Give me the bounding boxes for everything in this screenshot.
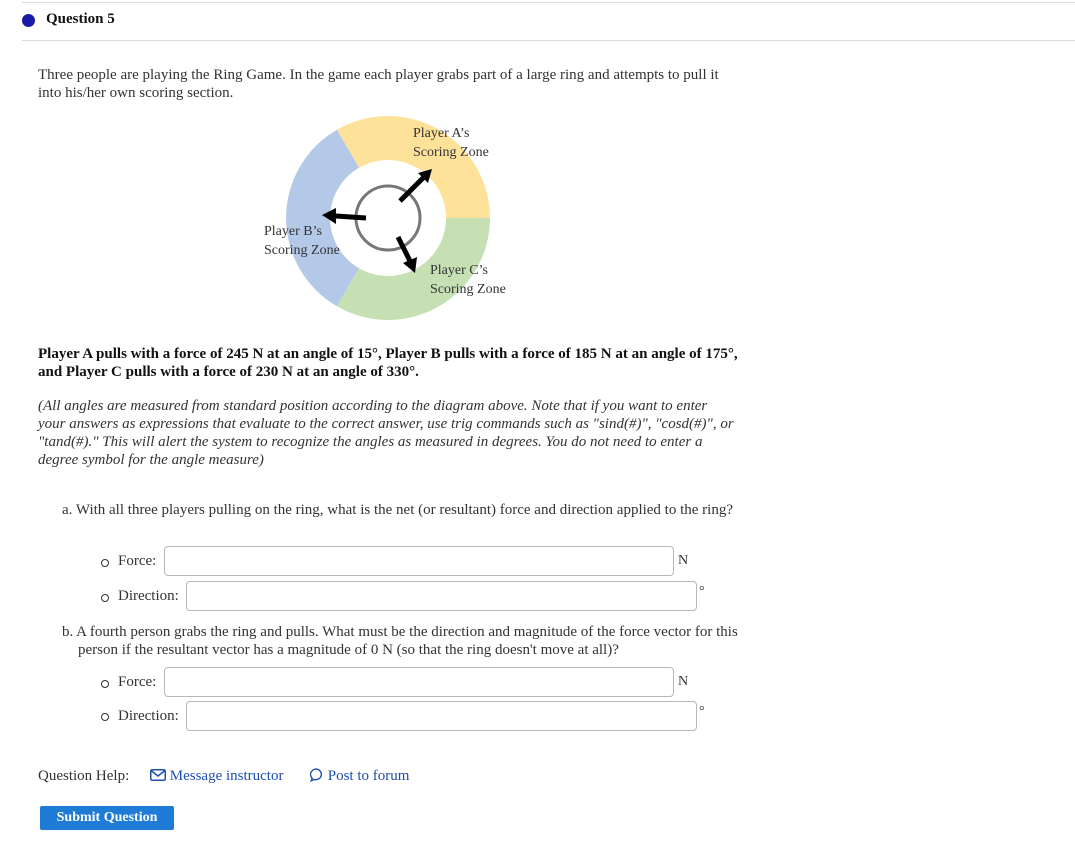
question-status-dot [22,14,35,27]
part-a-direction-label: Direction: [118,588,179,604]
post-to-forum-label: Post to forum [327,768,410,784]
zone-a-label-line2: Scoring Zone [413,145,489,160]
part-a-force-unit: N [678,553,689,568]
message-instructor-label: Message instructor [169,768,284,784]
part-b-prompt: b. A fourth person grabs the ring and pu… [62,624,738,658]
part-b-force-input[interactable] [164,667,674,697]
message-instructor-link[interactable]: Message instructor [150,768,283,785]
bullet [101,680,109,688]
submit-question-button[interactable]: Submit Question [40,806,174,830]
problem-statement: Player A pulls with a force of 245 N at … [38,346,738,380]
part-b-direction-input[interactable] [186,701,697,731]
zone-c-label-line2: Scoring Zone [430,282,506,297]
part-a-force-label: Force: [118,553,157,569]
arrow-a [398,169,432,203]
post-to-forum-link[interactable]: Post to forum [309,768,410,785]
top-divider [22,2,1075,3]
header-divider [22,40,1075,41]
zone-b-label-line2: Scoring Zone [264,243,340,258]
part-a-force-input[interactable] [164,546,674,576]
bullet [101,559,109,567]
part-b-direction-unit: ° [699,704,705,719]
question-title: Question 5 [46,11,115,27]
bullet [101,713,109,721]
part-a-direction-input[interactable] [186,581,697,611]
zone-a-label-line1: Player A’s [413,126,469,141]
part-b-force-label: Force: [118,674,157,690]
bullet [101,594,109,602]
speech-bubble-icon [309,768,323,783]
question-help-label: Question Help: [38,768,130,784]
ring-game-diagram: Player A’s Scoring Zone Player B’s Scori… [264,116,506,320]
part-a-prompt: a. With all three players pulling on the… [62,502,733,518]
part-a-direction-unit: ° [699,584,705,599]
part-b-direction-label: Direction: [118,708,179,724]
zone-b-label-line1: Player B’s [264,224,322,239]
angle-note: (All angles are measured from standard p… [38,398,734,468]
envelope-icon [150,769,166,781]
zone-c-label-line1: Player C’s [430,263,488,278]
part-b-force-unit: N [678,674,689,689]
question-help: Question Help: [38,768,129,785]
intro-text: Three people are playing the Ring Game. … [38,67,719,101]
